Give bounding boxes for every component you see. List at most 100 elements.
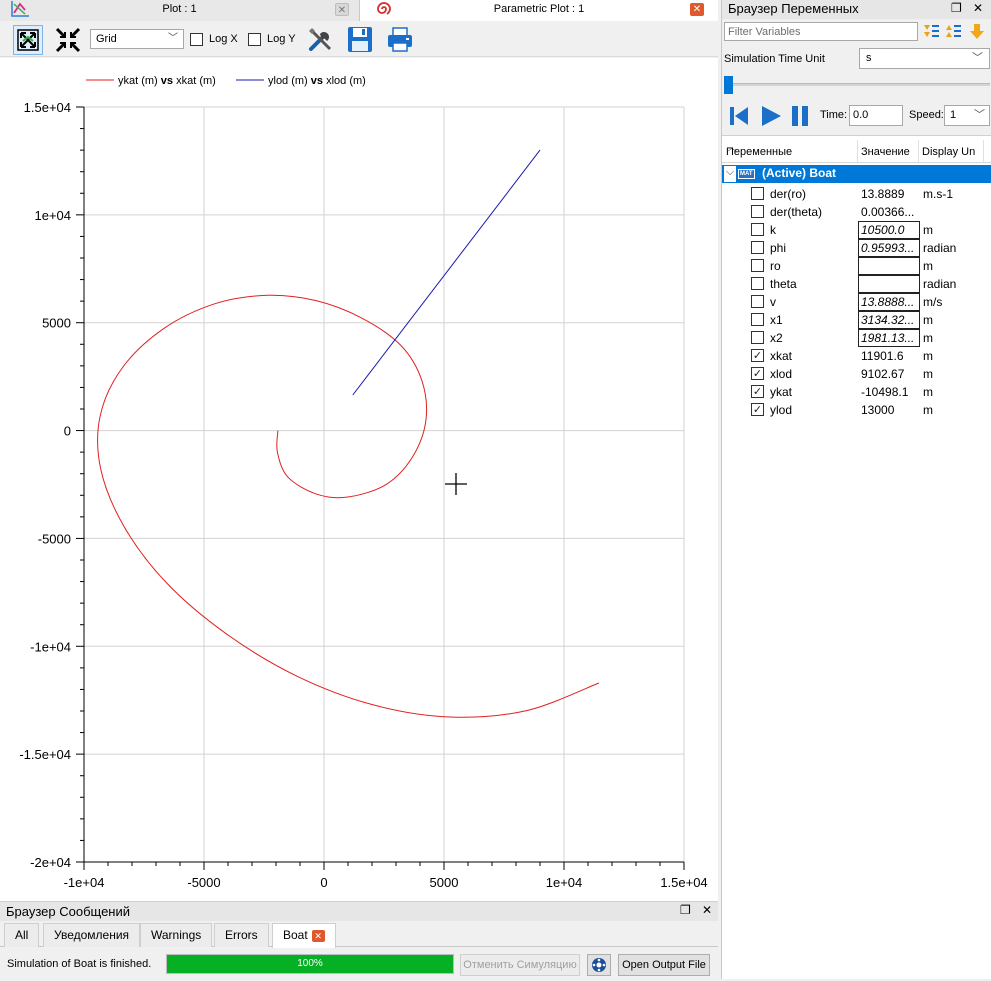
variable-unit[interactable]: m (923, 367, 933, 381)
filter-variables-input[interactable] (724, 22, 918, 41)
variable-unit[interactable]: radian (923, 241, 956, 255)
variable-row[interactable]: x1 3134.32... m (722, 311, 991, 329)
save-button[interactable] (345, 25, 375, 55)
variable-value[interactable]: 1981.13... (858, 329, 920, 347)
variable-row[interactable]: ✓ xkat 11901.6 m (722, 347, 991, 365)
column-divider[interactable] (918, 140, 919, 162)
variable-unit[interactable]: m (923, 349, 933, 363)
tab-notifications[interactable]: Уведомления (43, 923, 141, 947)
variable-value[interactable] (858, 275, 920, 293)
column-header-value[interactable]: Значение (861, 146, 910, 158)
variable-row[interactable]: ✓ ylod 13000 m (722, 401, 991, 419)
variable-row[interactable]: der(theta) 0.00366... (722, 203, 991, 221)
tab-boat[interactable]: Boat ✕ (272, 923, 336, 948)
variable-value[interactable]: 10500.0 (858, 221, 920, 239)
variable-checkbox[interactable] (751, 295, 764, 308)
variable-row[interactable]: ro m (722, 257, 991, 275)
variable-unit[interactable]: m.s-1 (923, 187, 953, 201)
simulation-output-button[interactable] (587, 954, 611, 976)
cancel-simulation-button[interactable]: Отменить Симуляцию (460, 954, 580, 976)
tab-errors[interactable]: Errors (214, 923, 269, 947)
collapse-all-icon[interactable] (944, 22, 962, 40)
variable-value[interactable]: 3134.32... (858, 311, 920, 329)
variable-name: xkat (770, 349, 793, 363)
variable-name: xlod (770, 367, 793, 381)
tab-all[interactable]: All (4, 923, 40, 947)
tab-plot-1[interactable]: Plot : 1 ✕ (0, 0, 360, 21)
variable-row[interactable]: ✓ xlod 9102.67 m (722, 365, 991, 383)
variable-checkbox[interactable] (751, 223, 764, 236)
variable-checkbox[interactable] (751, 187, 764, 200)
variable-unit[interactable]: m (923, 259, 933, 273)
variable-row[interactable]: ✓ ykat -10498.1 m (722, 383, 991, 401)
variable-unit[interactable]: m (923, 403, 933, 417)
speed-select[interactable]: 1 ﹀ (944, 105, 990, 126)
variable-checkbox[interactable]: ✓ (751, 385, 764, 398)
variable-checkbox[interactable] (751, 313, 764, 326)
tab-warnings[interactable]: Warnings (140, 923, 213, 947)
time-input[interactable]: 0.0 (849, 105, 903, 126)
close-icon[interactable]: ✕ (335, 3, 349, 16)
variable-name: k (770, 223, 776, 237)
variable-unit[interactable]: m (923, 313, 933, 327)
plot-area[interactable]: -1e+04 -5000 0 5000 1e+04 1.5e+04 1.5e+04 1e+04… (0, 58, 718, 901)
variable-row[interactable]: x2 1981.13... m (722, 329, 991, 347)
variable-checkbox[interactable] (751, 331, 764, 344)
zoom-out-button[interactable] (53, 25, 83, 55)
open-output-file-button[interactable]: Open Output File (618, 954, 710, 976)
rewind-icon[interactable] (728, 105, 750, 127)
expand-all-icon[interactable] (922, 22, 940, 40)
variable-value[interactable]: 13.8888... (858, 293, 920, 311)
variables-tree-header: ︿ Переменные Значение Display Un (722, 138, 991, 163)
fit-in-view-button[interactable] (13, 25, 43, 55)
close-icon[interactable]: ✕ (311, 929, 325, 942)
chevron-down-icon[interactable]: ⌵ (724, 166, 736, 182)
variable-checkbox[interactable] (751, 259, 764, 272)
variable-checkbox[interactable]: ✓ (751, 349, 764, 362)
play-icon[interactable] (760, 105, 782, 127)
slider-handle[interactable] (724, 76, 733, 94)
close-icon[interactable]: ✕ (690, 3, 704, 16)
close-icon[interactable]: ✕ (702, 903, 712, 917)
variable-row[interactable]: der(ro) 13.8889 m.s-1 (722, 185, 991, 203)
slider-track (726, 83, 990, 86)
variable-row[interactable]: v 13.8888... m/s (722, 293, 991, 311)
print-button[interactable] (385, 25, 415, 55)
log-x-checkbox[interactable] (190, 33, 203, 46)
time-slider[interactable] (722, 73, 991, 95)
variable-checkbox[interactable] (751, 241, 764, 254)
variable-checkbox[interactable] (751, 205, 764, 218)
column-divider[interactable] (857, 140, 858, 162)
variable-row[interactable]: k 10500.0 m (722, 221, 991, 239)
fit-in-view-icon (17, 29, 39, 51)
variable-row[interactable]: theta radian (722, 275, 991, 293)
simulation-time-unit-select[interactable]: s ﹀ (859, 48, 990, 69)
variable-unit[interactable]: m (923, 223, 933, 237)
speed-value: 1 (950, 109, 957, 121)
tree-root-boat[interactable]: ⌵ MAT (Active) Boat (722, 165, 991, 183)
variable-checkbox[interactable]: ✓ (751, 367, 764, 380)
variable-checkbox[interactable] (751, 277, 764, 290)
variable-checkbox[interactable]: ✓ (751, 403, 764, 416)
column-header-variables[interactable]: Переменные (726, 146, 792, 158)
float-icon[interactable]: ❐ (951, 1, 962, 15)
grid-select[interactable]: Grid ﹀ (90, 29, 184, 49)
column-divider[interactable] (983, 140, 984, 162)
chevron-down-icon: ﹀ (168, 33, 178, 44)
variable-unit[interactable]: m (923, 331, 933, 345)
variable-value[interactable]: 0.95993... (858, 239, 920, 257)
pause-icon[interactable] (789, 105, 811, 127)
arrow-down-icon[interactable] (968, 22, 986, 40)
close-icon[interactable]: ✕ (973, 1, 983, 15)
variable-unit[interactable]: m (923, 385, 933, 399)
float-icon[interactable]: ❐ (680, 903, 691, 917)
variable-unit[interactable]: m/s (923, 295, 942, 309)
setup-button[interactable] (306, 25, 336, 55)
variable-row[interactable]: phi 0.95993... radian (722, 239, 991, 257)
parametric-chart[interactable]: -1e+04 -5000 0 5000 1e+04 1.5e+04 1.5e+04 1e+04… (0, 58, 718, 901)
column-header-display-unit[interactable]: Display Un (922, 146, 975, 158)
variable-value[interactable] (858, 257, 920, 275)
variable-unit[interactable]: radian (923, 277, 956, 291)
tab-parametric-plot-1[interactable]: Parametric Plot : 1 ✕ (360, 0, 718, 21)
log-y-checkbox[interactable] (248, 33, 261, 46)
